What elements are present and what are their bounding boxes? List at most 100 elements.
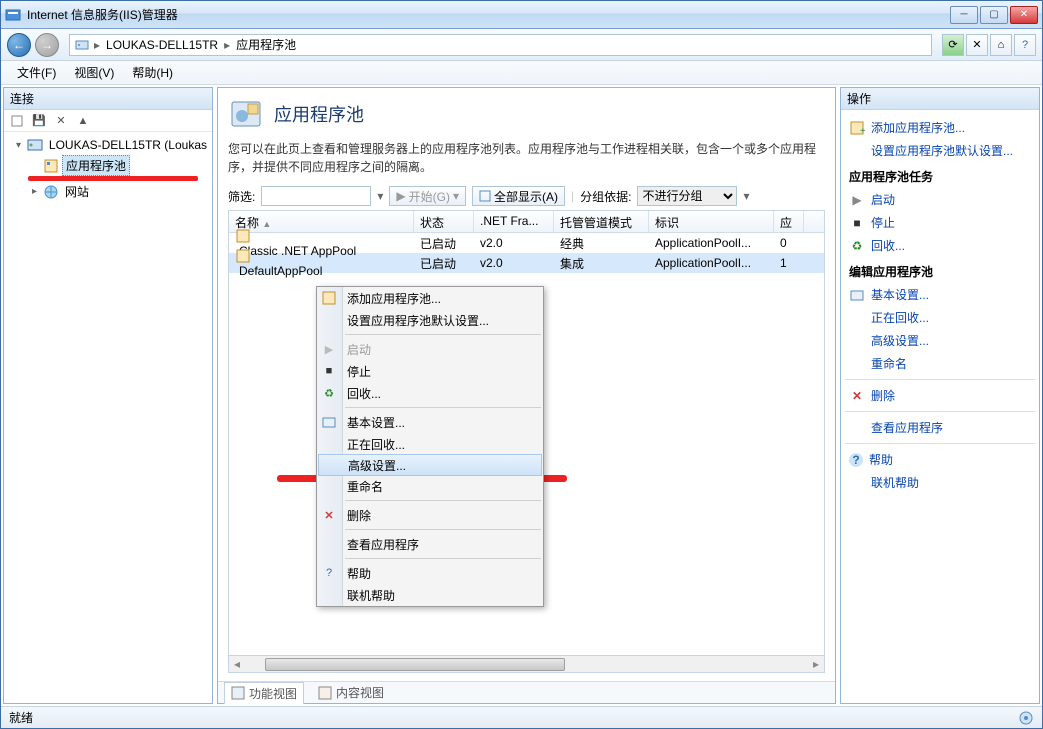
app-pool-icon: [43, 158, 59, 174]
cm-view-apps[interactable]: 查看应用程序: [317, 533, 543, 555]
action-basic-settings[interactable]: 基本设置...: [845, 283, 1035, 306]
tab-content-view[interactable]: 内容视图: [312, 682, 390, 703]
delete-icon: ✕: [849, 388, 865, 404]
tree-app-pools-label: 应用程序池: [62, 155, 130, 176]
action-recycling[interactable]: 正在回收...: [845, 306, 1035, 329]
menubar: 文件(F) 视图(V) 帮助(H): [1, 61, 1042, 85]
cm-set-defaults[interactable]: 设置应用程序池默认设置...: [317, 309, 543, 331]
connections-header: 连接: [4, 88, 212, 110]
tree-server-label: LOUKAS-DELL15TR (Loukas: [46, 137, 210, 153]
content-icon: [318, 686, 332, 700]
col-netframework[interactable]: .NET Fra...: [474, 211, 554, 232]
action-group-edit: 编辑应用程序池: [845, 257, 1035, 283]
stop-nav-button[interactable]: ✕: [966, 34, 988, 56]
tab-features-view[interactable]: 功能视图: [224, 682, 304, 704]
groupby-label: 分组依据:: [580, 188, 631, 205]
tree-sites-label: 网站: [62, 182, 92, 201]
dropdown-icon[interactable]: ▾: [377, 189, 383, 203]
action-rename[interactable]: 重命名: [845, 352, 1035, 375]
recycle-icon: ♻: [321, 385, 337, 401]
add-icon: +: [849, 120, 865, 136]
scrollbar-thumb[interactable]: [265, 658, 565, 671]
maximize-button[interactable]: ▢: [980, 6, 1008, 24]
back-button[interactable]: ←: [7, 33, 31, 57]
action-online-help[interactable]: 联机帮助: [845, 471, 1035, 494]
delete-icon: ✕: [321, 507, 337, 523]
show-all-button[interactable]: 全部显示(A): [472, 186, 565, 206]
cm-online-help[interactable]: 联机帮助: [317, 584, 543, 606]
table-row[interactable]: DefaultAppPool 已启动 v2.0 集成 ApplicationPo…: [229, 253, 824, 273]
go-button[interactable]: ▶ 开始(G) ▾: [389, 186, 466, 206]
tree-app-pools[interactable]: 应用程序池: [6, 154, 210, 177]
save-button[interactable]: 💾: [30, 112, 48, 130]
collapse-icon[interactable]: ▾: [13, 140, 24, 151]
menu-view[interactable]: 视图(V): [66, 62, 122, 83]
svg-text:+: +: [860, 126, 865, 136]
navbar: ← → ▸ LOUKAS-DELL15TR ▸ 应用程序池 ⟳ ✕ ⌂ ?: [1, 29, 1042, 61]
actions-header: 操作: [841, 88, 1039, 110]
cm-recycle[interactable]: ♻ 回收...: [317, 382, 543, 404]
chevron-right-icon: ▸: [224, 38, 230, 52]
tree-root-server[interactable]: ▾ LOUKAS-DELL15TR (Loukas: [6, 136, 210, 154]
menu-file[interactable]: 文件(F): [9, 62, 64, 83]
action-recycle[interactable]: ♻ 回收...: [845, 234, 1035, 257]
action-start[interactable]: ▶ 启动: [845, 188, 1035, 211]
grid-body: Classic .NET AppPool 已启动 v2.0 经典 Applica…: [229, 233, 824, 273]
expand-icon[interactable]: ▸: [29, 186, 40, 197]
breadcrumb-server[interactable]: LOUKAS-DELL15TR: [104, 36, 220, 54]
filter-input[interactable]: [261, 186, 371, 206]
action-stop[interactable]: ■ 停止: [845, 211, 1035, 234]
delete-conn-button[interactable]: ✕: [52, 112, 70, 130]
window-controls: ─ ▢ ✕: [950, 6, 1038, 24]
status-config-icon: [1018, 710, 1034, 726]
connect-button[interactable]: [8, 112, 26, 130]
filter-label: 筛选:: [228, 188, 255, 205]
home-button[interactable]: ⌂: [990, 34, 1012, 56]
cm-add-pool[interactable]: 添加应用程序池...: [317, 287, 543, 309]
play-icon: ▶: [321, 341, 337, 357]
iis-manager-window: Internet 信息服务(IIS)管理器 ─ ▢ ✕ ← → ▸ LOUKAS…: [0, 0, 1043, 729]
breadcrumb-apppools[interactable]: 应用程序池: [234, 34, 298, 55]
forward-button[interactable]: →: [35, 33, 59, 57]
view-tabs: 功能视图 内容视图: [218, 681, 835, 703]
chevron-right-icon: ▸: [94, 38, 100, 52]
connections-tree: ▾ LOUKAS-DELL15TR (Loukas 应用程序池 ▸ 网站: [4, 132, 212, 703]
close-button[interactable]: ✕: [1010, 6, 1038, 24]
showall-icon: [479, 190, 491, 202]
refresh-button[interactable]: ⟳: [942, 34, 964, 56]
col-pipeline-mode[interactable]: 托管管道模式: [554, 211, 649, 232]
cm-rename[interactable]: 重命名: [317, 475, 543, 497]
breadcrumb[interactable]: ▸ LOUKAS-DELL15TR ▸ 应用程序池: [69, 34, 932, 56]
groupby-select[interactable]: 不进行分组: [637, 186, 737, 206]
action-advanced-settings[interactable]: 高级设置...: [845, 329, 1035, 352]
cm-start[interactable]: ▶ 启动: [317, 338, 543, 360]
col-apps[interactable]: 应: [774, 211, 804, 232]
page-title-row: 应用程序池: [228, 96, 825, 132]
col-identity[interactable]: 标识: [649, 211, 774, 232]
tree-sites[interactable]: ▸ 网站: [6, 181, 210, 202]
cm-recycling[interactable]: 正在回收...: [317, 433, 543, 455]
menu-help[interactable]: 帮助(H): [124, 62, 181, 83]
cm-help[interactable]: ? 帮助: [317, 562, 543, 584]
cm-basic-settings[interactable]: 基本设置...: [317, 411, 543, 433]
minimize-button[interactable]: ─: [950, 6, 978, 24]
horizontal-scrollbar[interactable]: ◂ ▸: [229, 655, 824, 672]
cm-advanced-settings[interactable]: 高级设置...: [318, 454, 542, 476]
settings-icon: [321, 414, 337, 430]
action-help[interactable]: ? 帮助: [845, 448, 1035, 471]
action-delete[interactable]: ✕ 删除: [845, 384, 1035, 407]
context-menu: 添加应用程序池... 设置应用程序池默认设置... ▶ 启动 ■ 停止 ♻ 回收…: [316, 286, 544, 607]
app-pool-icon: [235, 248, 408, 264]
col-status[interactable]: 状态: [414, 211, 474, 232]
action-add-pool[interactable]: + 添加应用程序池...: [845, 116, 1035, 139]
action-view-apps[interactable]: 查看应用程序: [845, 416, 1035, 439]
dropdown-icon[interactable]: ▾: [743, 189, 749, 203]
features-icon: [231, 686, 245, 700]
cm-stop[interactable]: ■ 停止: [317, 360, 543, 382]
statusbar: 就绪: [1, 706, 1042, 728]
action-set-defaults[interactable]: 设置应用程序池默认设置...: [845, 139, 1035, 162]
actions-panel: 操作 + 添加应用程序池... 设置应用程序池默认设置... 应用程序池任务 ▶…: [840, 87, 1040, 704]
cm-delete[interactable]: ✕ 删除: [317, 504, 543, 526]
help-nav-button[interactable]: ?: [1014, 34, 1036, 56]
up-button[interactable]: ▲: [74, 112, 92, 130]
